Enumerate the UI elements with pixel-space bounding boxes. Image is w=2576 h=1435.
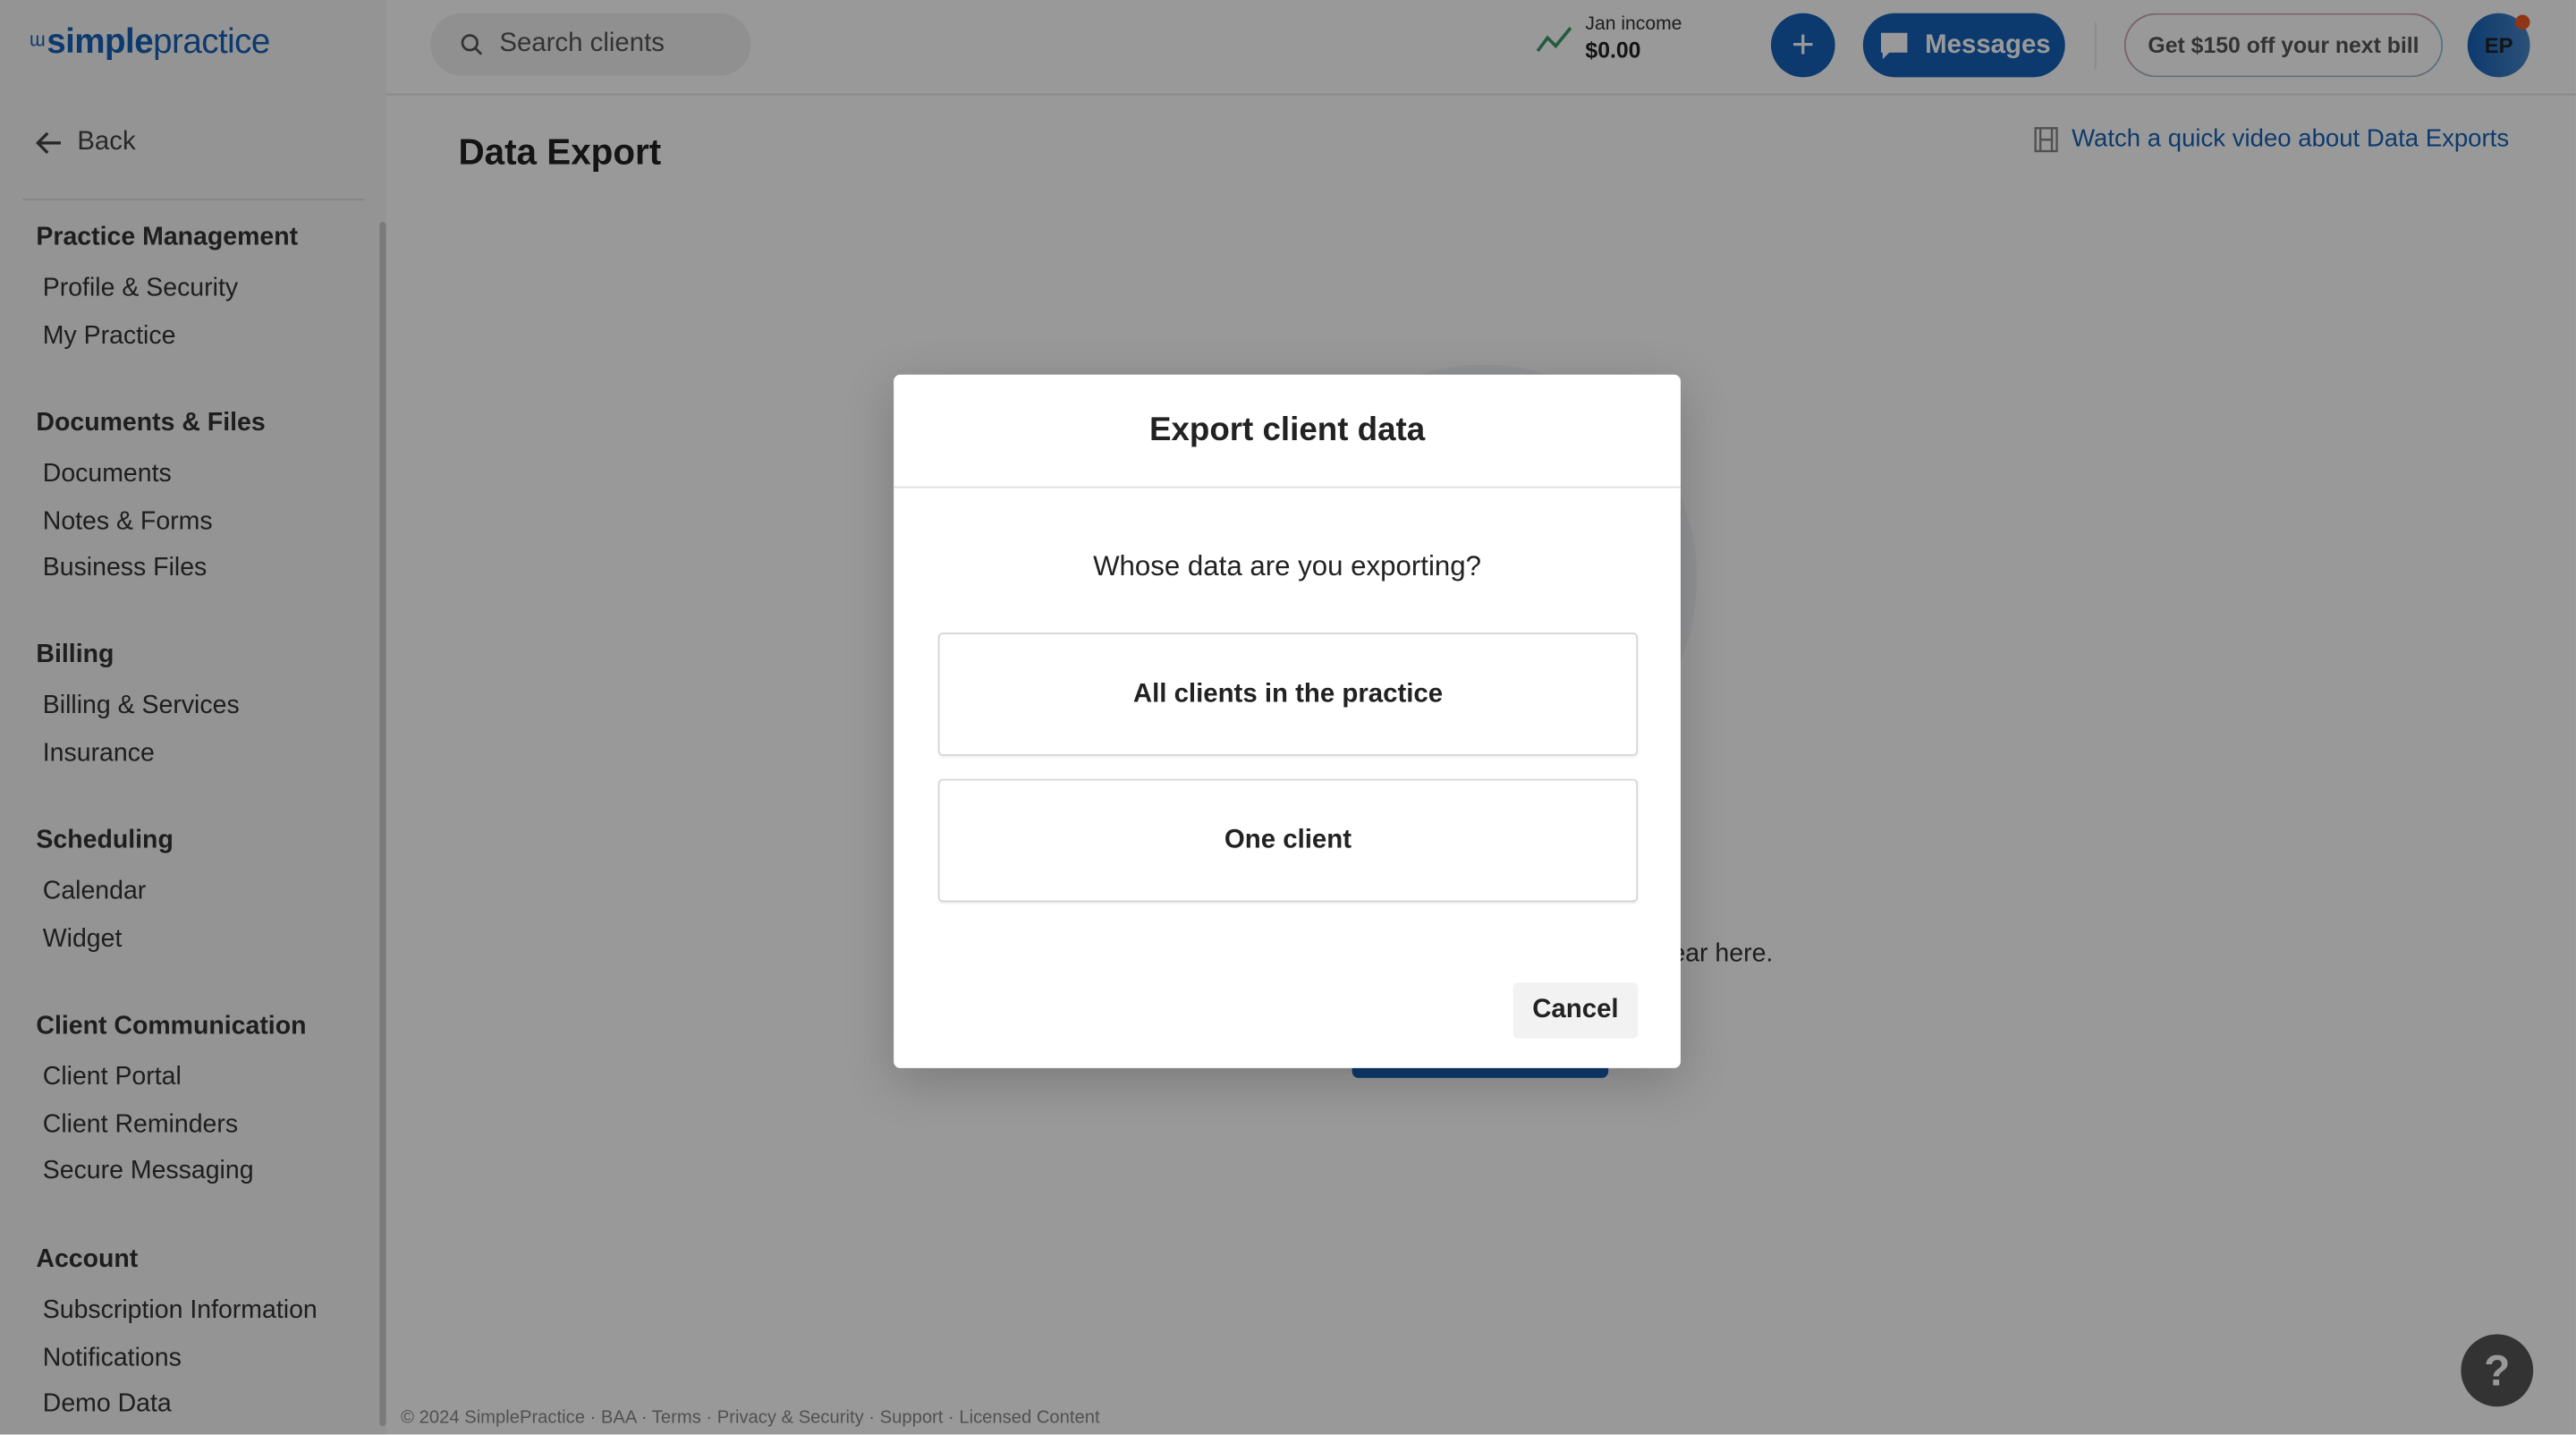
option-all-clients[interactable]: All clients in the practice: [937, 633, 1639, 756]
modal-question: Whose data are you exporting?: [1093, 550, 1482, 582]
export-client-data-modal: Export client data Whose data are you ex…: [894, 374, 1681, 1068]
cancel-button[interactable]: Cancel: [1513, 982, 1639, 1039]
option-one-client[interactable]: One client: [937, 778, 1639, 903]
modal-title: Export client data: [894, 375, 1681, 488]
